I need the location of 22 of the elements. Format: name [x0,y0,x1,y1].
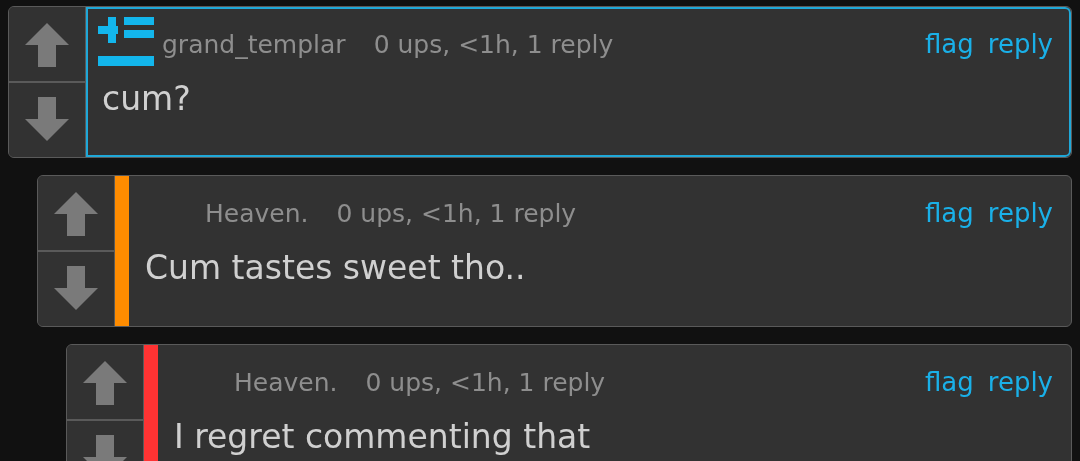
up-arrow-icon [53,190,99,236]
flag-link[interactable]: flag [924,367,974,397]
up-arrow-icon [24,21,70,67]
author-name[interactable]: Heaven. [234,367,338,397]
flag-link[interactable]: flag [924,29,974,59]
down-arrow-icon [53,266,99,312]
up-arrow-icon [82,359,128,405]
comment-meta: 0 ups, <1h, 1 reply [336,198,578,228]
comment-text: cum? [101,79,192,118]
comment-meta: 0 ups, <1h, 1 reply [373,29,615,59]
reply-link[interactable]: reply [987,367,1053,397]
downvote-button[interactable] [38,250,114,326]
reply-link[interactable]: reply [987,29,1053,59]
author-name[interactable]: Heaven. [205,198,309,228]
down-arrow-icon [24,97,70,143]
flag-link[interactable]: flag [924,198,974,228]
author-name[interactable]: grand_templar [162,29,346,59]
comment-meta: 0 ups, <1h, 1 reply [365,367,607,397]
downvote-button[interactable] [9,81,85,157]
reply-link[interactable]: reply [987,198,1053,228]
comment-text: I regret commenting that [173,417,592,456]
comment-text: Cum tastes sweet tho.. [144,248,527,287]
